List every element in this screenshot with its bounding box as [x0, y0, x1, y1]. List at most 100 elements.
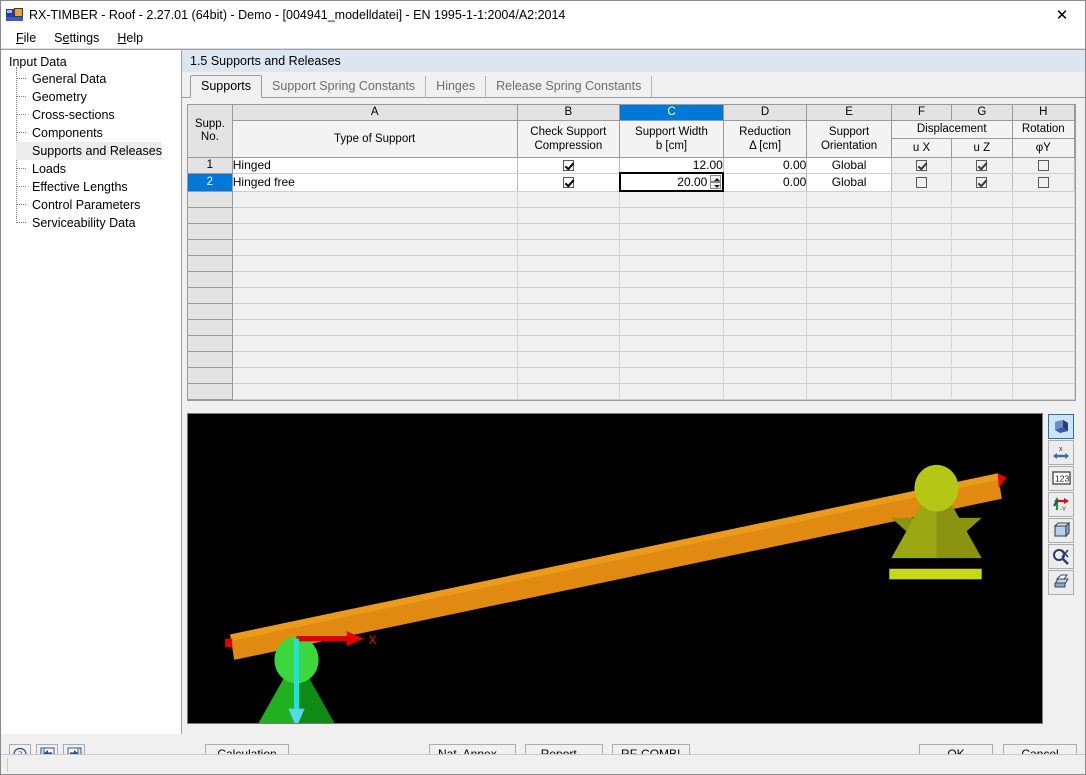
- cell-empty[interactable]: [1012, 239, 1075, 256]
- cell-empty[interactable]: [232, 335, 518, 352]
- cell-empty[interactable]: [951, 255, 1013, 272]
- cell-empty[interactable]: [723, 191, 808, 208]
- column-header-d[interactable]: D: [723, 105, 808, 121]
- cell-empty[interactable]: [619, 223, 724, 240]
- cell-empty[interactable]: [806, 335, 892, 352]
- cell-empty[interactable]: [723, 271, 808, 288]
- cell-empty[interactable]: [619, 319, 724, 336]
- render-solid-icon[interactable]: [1048, 413, 1074, 439]
- cell-empty[interactable]: [517, 223, 621, 240]
- cell-empty[interactable]: [806, 255, 892, 272]
- checkbox-uz[interactable]: [976, 160, 988, 172]
- checkbox-phiy[interactable]: [1037, 160, 1049, 172]
- column-header-h[interactable]: H: [1012, 105, 1075, 121]
- cell-type-of-support[interactable]: Hinged: [232, 157, 518, 174]
- cell-ux[interactable]: [891, 157, 953, 174]
- print-icon[interactable]: [1048, 569, 1074, 595]
- cell-empty[interactable]: [891, 255, 953, 272]
- cell-empty[interactable]: [619, 351, 724, 368]
- cell-empty[interactable]: [517, 271, 621, 288]
- cell-empty[interactable]: [619, 335, 724, 352]
- numbering-icon[interactable]: 123: [1048, 465, 1074, 491]
- checkbox-check-compression[interactable]: [562, 160, 574, 172]
- cell-empty[interactable]: [232, 319, 518, 336]
- sidebar-item-cross-sections[interactable]: Cross-sections: [16, 106, 115, 124]
- cell-empty[interactable]: [723, 319, 808, 336]
- cell-empty[interactable]: [1012, 207, 1075, 224]
- cell-empty[interactable]: [891, 287, 953, 304]
- cell-empty[interactable]: [891, 223, 953, 240]
- cell-empty[interactable]: [517, 207, 621, 224]
- cell-empty[interactable]: [1012, 191, 1075, 208]
- cell-empty[interactable]: [723, 287, 808, 304]
- cell-empty[interactable]: [232, 207, 518, 224]
- cell-empty[interactable]: [232, 239, 518, 256]
- cell-empty[interactable]: [1012, 319, 1075, 336]
- table-row-empty[interactable]: [188, 318, 1075, 336]
- cell-empty[interactable]: [723, 239, 808, 256]
- cell-empty[interactable]: [1012, 367, 1075, 384]
- cell-reduction[interactable]: 0.00: [723, 173, 808, 192]
- column-header-a[interactable]: A: [232, 105, 518, 121]
- cell-empty[interactable]: [1012, 383, 1075, 400]
- cell-empty[interactable]: [517, 191, 621, 208]
- cell-empty[interactable]: [891, 303, 953, 320]
- table-row-empty[interactable]: [188, 302, 1075, 320]
- column-header-b[interactable]: B: [517, 105, 621, 121]
- table-row-empty[interactable]: [188, 286, 1075, 304]
- cell-empty[interactable]: [951, 319, 1013, 336]
- cell-empty[interactable]: [891, 367, 953, 384]
- cell-empty[interactable]: [951, 239, 1013, 256]
- cell-reduction[interactable]: 0.00: [723, 157, 808, 174]
- cell-empty[interactable]: [723, 335, 808, 352]
- sidebar-item-geometry[interactable]: Geometry: [16, 88, 87, 106]
- cell-empty[interactable]: [619, 271, 724, 288]
- zoom-icon[interactable]: [1048, 543, 1074, 569]
- sidebar-item-general-data[interactable]: General Data: [16, 70, 106, 88]
- cell-empty[interactable]: [619, 207, 724, 224]
- cell-empty[interactable]: [951, 207, 1013, 224]
- cell-empty[interactable]: [806, 191, 892, 208]
- cell-empty[interactable]: [723, 367, 808, 384]
- cell-empty[interactable]: [517, 255, 621, 272]
- cell-empty[interactable]: [1012, 223, 1075, 240]
- cell-empty[interactable]: [619, 239, 724, 256]
- cell-empty[interactable]: [806, 271, 892, 288]
- cell-empty[interactable]: [1012, 255, 1075, 272]
- cell-empty[interactable]: [951, 271, 1013, 288]
- cell-empty[interactable]: [723, 303, 808, 320]
- cell-empty[interactable]: [806, 367, 892, 384]
- cell-empty[interactable]: [1012, 335, 1075, 352]
- cell-empty[interactable]: [619, 383, 724, 400]
- model-3d-viewport[interactable]: x z: [187, 412, 1043, 724]
- column-header-f[interactable]: F: [891, 105, 953, 121]
- cell-empty[interactable]: [891, 271, 953, 288]
- cell-empty[interactable]: [806, 351, 892, 368]
- cell-empty[interactable]: [723, 207, 808, 224]
- cell-empty[interactable]: [232, 271, 518, 288]
- cell-empty[interactable]: [232, 287, 518, 304]
- axes-icon[interactable]: -Y: [1048, 491, 1074, 517]
- cell-empty[interactable]: [951, 383, 1013, 400]
- row-header-empty[interactable]: [188, 206, 233, 224]
- cell-type-of-support[interactable]: Hinged free: [232, 173, 518, 192]
- sidebar-item-control-parameters[interactable]: Control Parameters: [16, 196, 140, 214]
- cell-support-width-editing[interactable]: 20.00: [618, 172, 725, 192]
- row-header-empty[interactable]: [188, 334, 233, 352]
- cell-empty[interactable]: [232, 367, 518, 384]
- cell-empty[interactable]: [619, 255, 724, 272]
- cell-empty[interactable]: [723, 223, 808, 240]
- column-header-c[interactable]: C: [619, 105, 724, 121]
- cell-empty[interactable]: [232, 303, 518, 320]
- cell-phiy[interactable]: [1012, 157, 1075, 174]
- cell-empty[interactable]: [232, 191, 518, 208]
- close-icon[interactable]: ✕: [1039, 1, 1085, 28]
- sidebar-item-loads[interactable]: Loads: [16, 160, 66, 178]
- cell-empty[interactable]: [619, 303, 724, 320]
- table-row-empty[interactable]: [188, 350, 1075, 368]
- cell-empty[interactable]: [951, 287, 1013, 304]
- cell-empty[interactable]: [232, 383, 518, 400]
- row-header-empty[interactable]: [188, 318, 233, 336]
- cell-empty[interactable]: [891, 239, 953, 256]
- sidebar-item-supports-and-releases[interactable]: Supports and Releases: [16, 142, 162, 160]
